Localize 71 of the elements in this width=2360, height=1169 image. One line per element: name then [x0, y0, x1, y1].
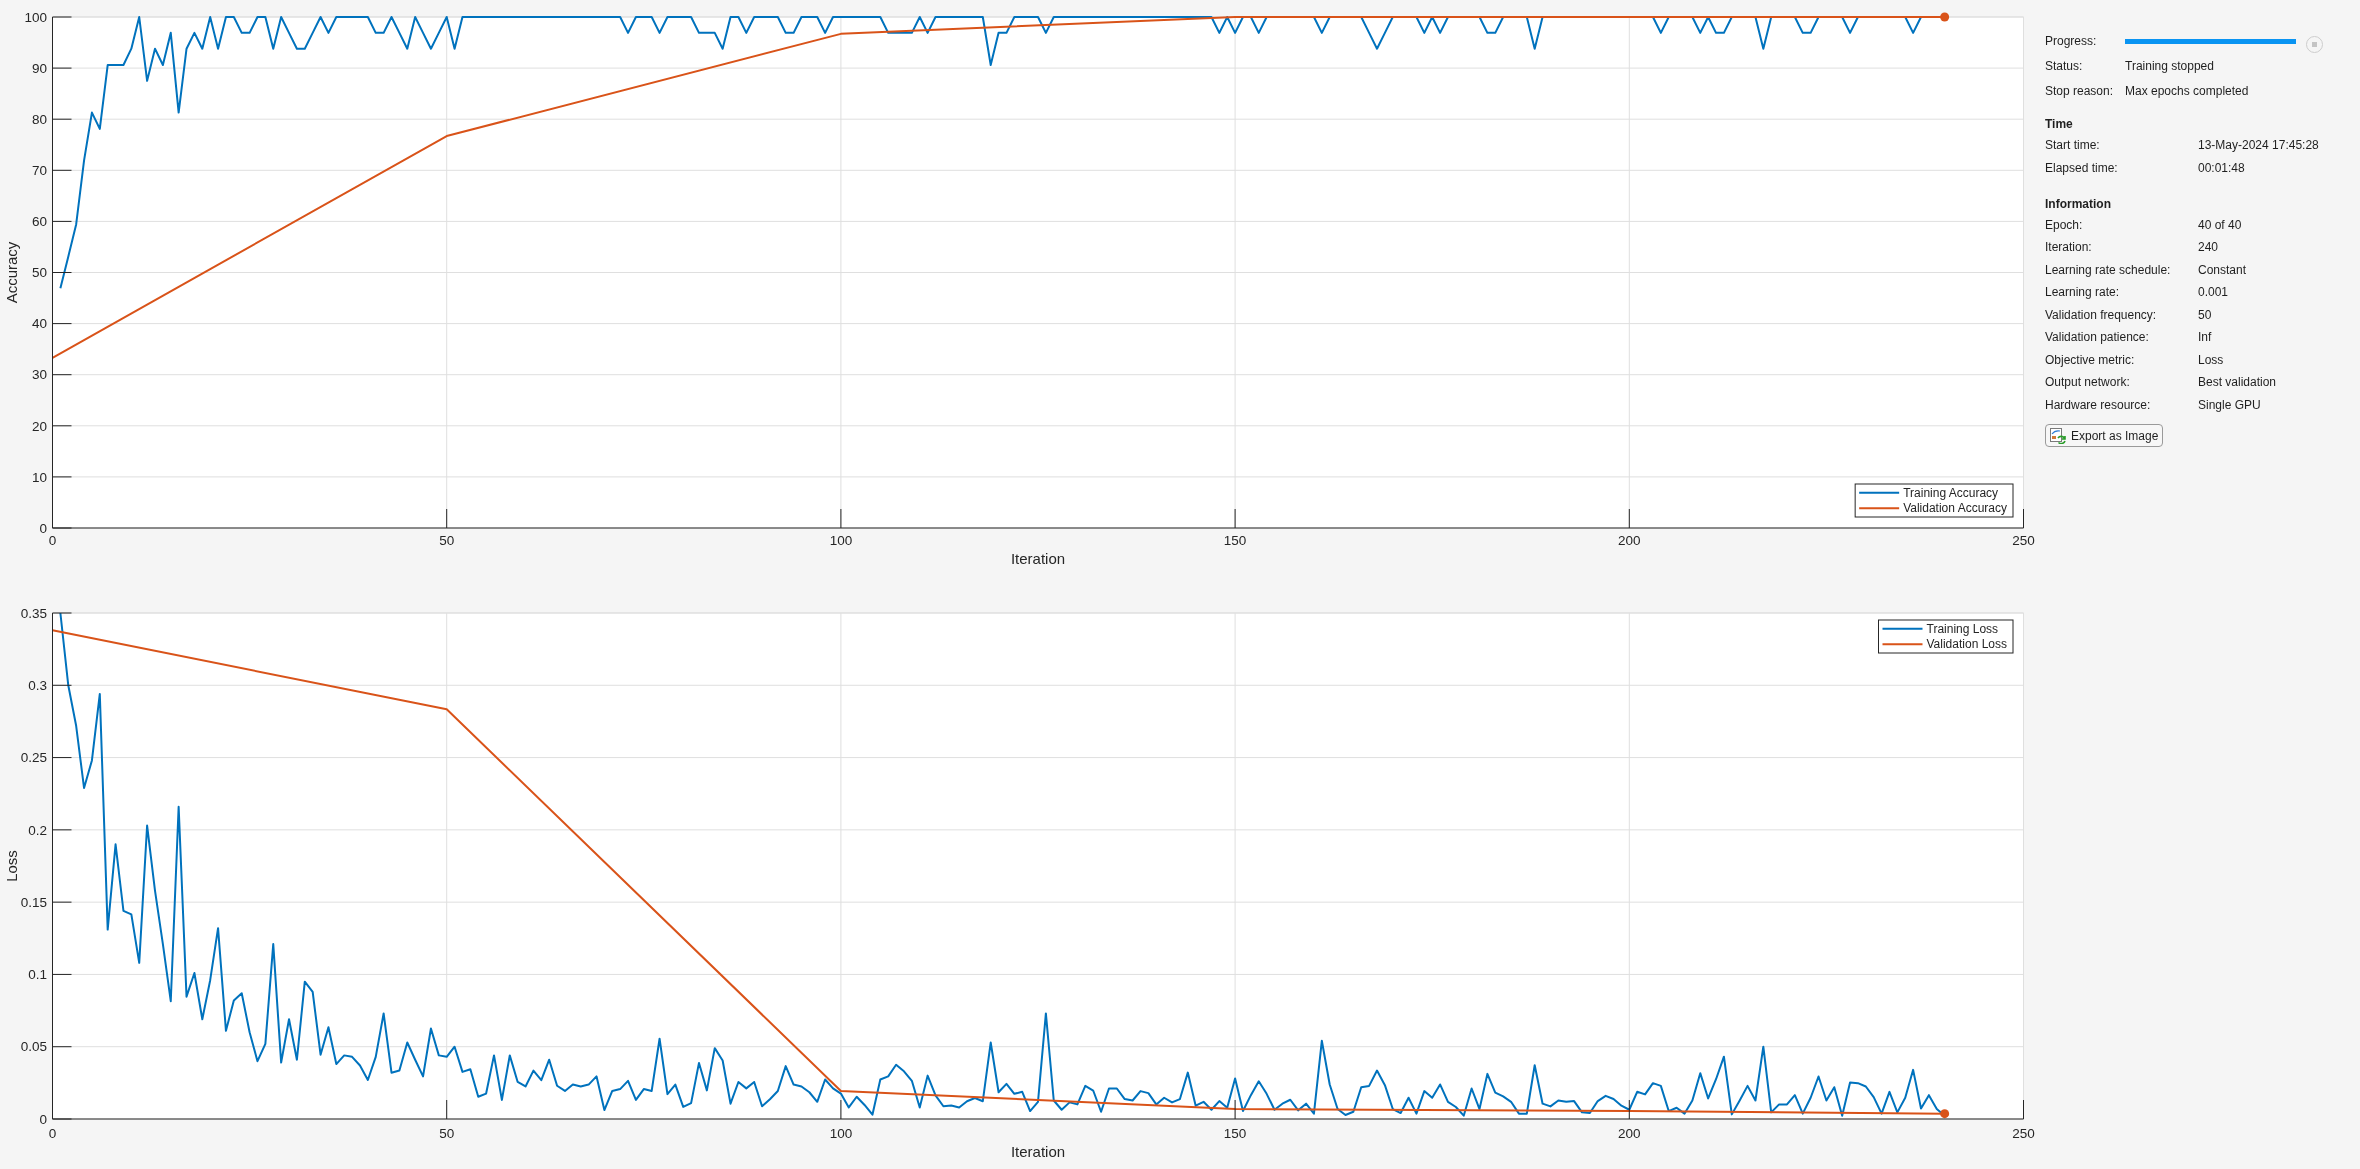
field-value: Max epochs completed [2125, 84, 2249, 98]
y-tick-label: 0 [39, 520, 47, 536]
field-value: Inf [2198, 330, 2212, 345]
field-label: Start time: [2045, 138, 2100, 153]
stop-icon [2312, 41, 2317, 47]
x-tick-label: 50 [439, 1126, 455, 1141]
y-tick-label: 0.35 [20, 605, 47, 621]
y-tick-label: 10 [31, 469, 47, 485]
y-tick-label: 0 [39, 1111, 47, 1127]
y-tick-label: 0.3 [28, 678, 47, 693]
section-title: Information [2045, 195, 2111, 213]
y-tick-label: 0.15 [20, 894, 47, 910]
x-tick-label: 150 [1223, 533, 1247, 548]
field-label: Validation frequency: [2045, 307, 2157, 322]
legend-label: Training Accuracy [1903, 485, 1999, 500]
y-tick-label: 30 [31, 367, 47, 383]
legend-label: Validation Loss [1926, 637, 2007, 652]
x-tick-label: 100 [829, 533, 853, 548]
x-tick-label: 200 [1618, 1126, 1641, 1141]
legend-label: Training Loss [1926, 621, 1999, 636]
field-value: 50 [2198, 307, 2212, 322]
export-button[interactable]: Export as Image [2045, 424, 2164, 447]
y-tick-label: 0.25 [20, 750, 47, 766]
x-tick-label: 200 [1618, 533, 1641, 548]
field-value: Best validation [2198, 375, 2277, 390]
y-tick-label: 100 [24, 9, 47, 25]
field-value: Loss [2198, 352, 2224, 367]
x-axis-title: Iteration [1010, 1143, 1066, 1160]
field-label: Validation patience: [2045, 330, 2149, 345]
x-tick-label: 250 [2012, 1126, 2035, 1141]
field-value: Training stopped [2125, 59, 2214, 73]
y-tick-label: 0.1 [28, 967, 47, 983]
x-tick-label: 100 [829, 1126, 853, 1141]
x-axis-title: Iteration [1010, 550, 1066, 567]
field-value: 40 of 40 [2198, 217, 2242, 232]
field-label: Learning rate: [2045, 285, 2120, 300]
document-arrows-icon [2050, 427, 2066, 444]
field-label: Stop reason: [2045, 84, 2114, 98]
legend-label: Validation Accuracy [1903, 501, 2007, 516]
field-label: Status: [2045, 59, 2083, 73]
field-value: Single GPU [2198, 397, 2261, 412]
y-tick-label: 90 [31, 60, 47, 76]
x-tick-label: 250 [2012, 533, 2035, 548]
y-tick-label: 0.2 [28, 822, 47, 838]
y-tick-label: 40 [31, 316, 47, 332]
field-label: Iteration: [2045, 240, 2092, 255]
x-tick-label: 0 [48, 533, 57, 548]
y-tick-label: 0.05 [20, 1039, 47, 1055]
field-label: Learning rate schedule: [2045, 262, 2171, 277]
field-label: Elapsed time: [2045, 160, 2118, 175]
x-tick-label: 150 [1223, 1126, 1247, 1141]
field-value: Constant [2198, 262, 2247, 277]
y-tick-label: 70 [31, 163, 47, 179]
y-axis-title: Accuracy [3, 241, 21, 304]
field-value: 00:01:48 [2198, 160, 2245, 175]
y-tick-label: 20 [31, 418, 47, 434]
field-label: Hardware resource: [2045, 397, 2151, 412]
field-label: Progress: [2045, 34, 2097, 48]
field-label: Epoch: [2045, 217, 2083, 232]
field-value: 240 [2198, 240, 2219, 255]
field-value: 13-May-2024 17:45:28 [2198, 138, 2319, 153]
field-label: Objective metric: [2045, 352, 2135, 367]
y-tick-label: 50 [31, 265, 47, 281]
y-tick-label: 80 [31, 111, 47, 127]
x-tick-label: 0 [48, 1126, 57, 1141]
field-label: Output network: [2045, 375, 2130, 390]
field-value: 0.001 [2198, 285, 2229, 300]
y-axis-title: Loss [3, 850, 21, 882]
y-tick-label: 60 [31, 214, 47, 230]
section-title: Time [2045, 116, 2073, 133]
x-tick-label: 50 [439, 533, 455, 548]
